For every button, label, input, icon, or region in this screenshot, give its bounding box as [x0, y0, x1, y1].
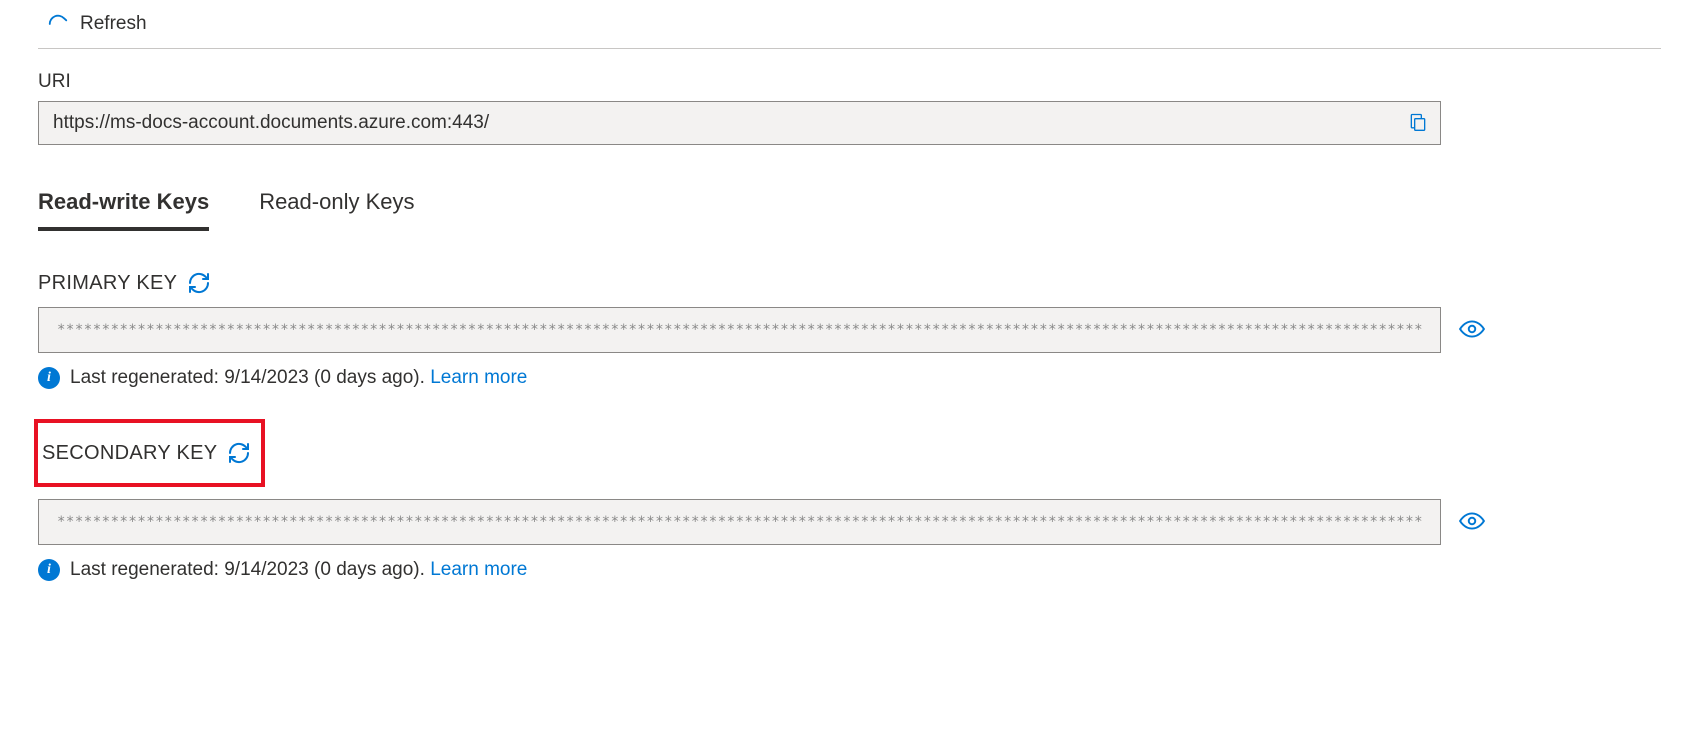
uri-input[interactable] [39, 102, 1396, 144]
show-secondary-key-button[interactable] [1455, 504, 1489, 541]
refresh-icon [46, 12, 70, 36]
uri-field-group [38, 101, 1441, 145]
primary-key-info: i Last regenerated: 9/14/2023 (0 days ag… [38, 367, 1661, 389]
regenerate-primary-key-button[interactable] [187, 271, 211, 295]
secondary-key-row: ****************************************… [38, 499, 1661, 545]
eye-icon [1459, 508, 1485, 537]
primary-key-block: PRIMARY KEY ****************************… [38, 271, 1661, 389]
show-primary-key-button[interactable] [1455, 312, 1489, 349]
primary-key-info-text: Last regenerated: 9/14/2023 (0 days ago)… [70, 367, 430, 388]
secondary-key-info: i Last regenerated: 9/14/2023 (0 days ag… [38, 559, 1661, 581]
secondary-key-highlight: SECONDARY KEY [34, 419, 265, 487]
primary-key-value: ****************************************… [57, 322, 1422, 338]
secondary-key-input[interactable]: ****************************************… [38, 499, 1441, 545]
primary-key-label-row: PRIMARY KEY [38, 271, 1661, 295]
secondary-key-learn-more-link[interactable]: Learn more [430, 559, 527, 580]
secondary-key-label: SECONDARY KEY [42, 442, 217, 465]
secondary-key-value: ****************************************… [57, 514, 1422, 530]
uri-label: URI [38, 71, 1661, 93]
tab-read-only-keys[interactable]: Read-only Keys [259, 183, 414, 231]
primary-key-label: PRIMARY KEY [38, 272, 177, 295]
refresh-button[interactable]: Refresh [38, 8, 155, 40]
secondary-key-info-text: Last regenerated: 9/14/2023 (0 days ago)… [70, 559, 430, 580]
info-icon: i [38, 559, 60, 581]
secondary-key-label-row: SECONDARY KEY [38, 441, 251, 465]
main-section: URI Read-write Keys Read-only Keys PRIMA… [0, 71, 1699, 581]
refresh-label: Refresh [80, 13, 147, 35]
tabs: Read-write Keys Read-only Keys [38, 183, 1661, 231]
tab-read-write-keys[interactable]: Read-write Keys [38, 183, 209, 231]
secondary-key-block: SECONDARY KEY **************************… [38, 419, 1661, 581]
primary-key-input[interactable]: ****************************************… [38, 307, 1441, 353]
info-icon: i [38, 367, 60, 389]
regenerate-secondary-key-button[interactable] [227, 441, 251, 465]
toolbar: Refresh [0, 0, 1699, 46]
eye-icon [1459, 316, 1485, 345]
copy-icon [1408, 112, 1428, 135]
copy-uri-button[interactable] [1396, 102, 1440, 144]
primary-key-learn-more-link[interactable]: Learn more [430, 367, 527, 388]
primary-key-row: ****************************************… [38, 307, 1661, 353]
toolbar-divider [38, 48, 1661, 49]
